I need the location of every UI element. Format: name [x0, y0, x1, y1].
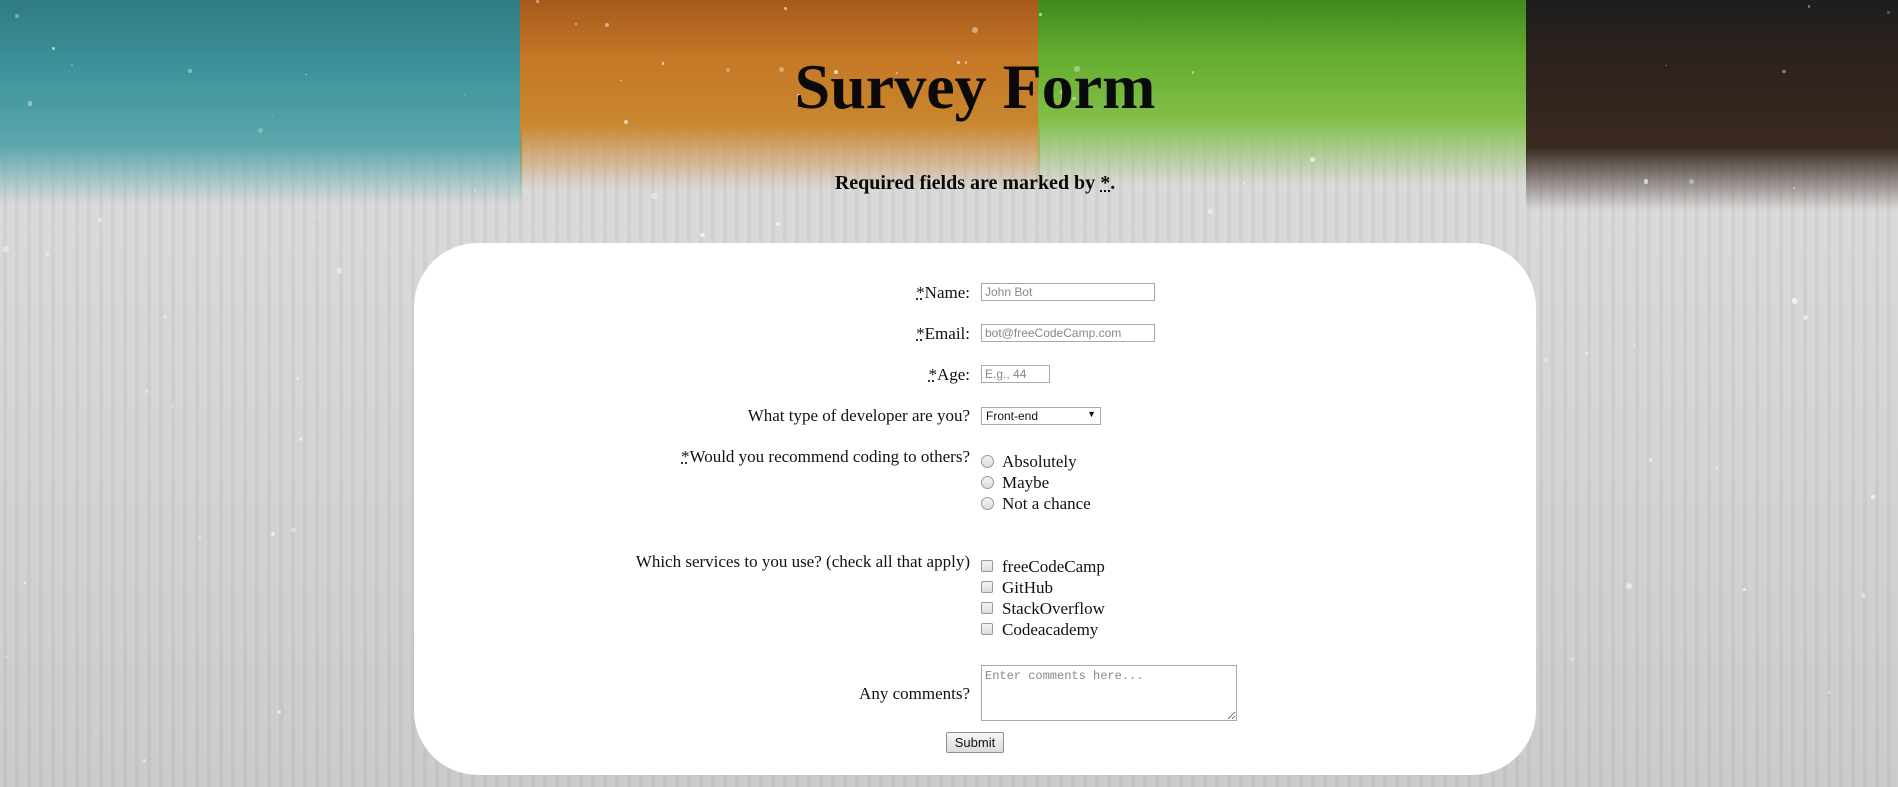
developer-type-selected: Front-end [986, 409, 1039, 423]
paint-speck [1791, 298, 1798, 304]
comments-label: Any comments? [859, 684, 970, 703]
recommend-option-label: Maybe [1002, 473, 1050, 492]
paint-speck [337, 268, 343, 274]
recommend-option-label: Absolutely [1002, 452, 1077, 471]
email-label-text: Email: [924, 324, 970, 343]
radio-button[interactable] [981, 455, 994, 468]
paint-speck [270, 531, 275, 536]
name-label: *Name: [916, 283, 970, 303]
paint-speck [700, 233, 705, 238]
service-option-label: Codeacademy [1002, 620, 1099, 639]
email-label: *Email: [916, 324, 970, 344]
service-option-github[interactable]: GitHub [981, 578, 1105, 599]
recommend-option-not-a-chance[interactable]: Not a chance [981, 494, 1091, 515]
paint-speck [1309, 157, 1315, 162]
paint-speck [142, 758, 146, 762]
paint-speck [1860, 593, 1866, 599]
paint-speck [198, 536, 201, 539]
survey-form-card: *Name: *Email: *Age: What type of develo… [414, 243, 1536, 775]
paint-speck [1648, 458, 1652, 462]
name-required-marker: * [916, 283, 925, 302]
paint-speck [1584, 351, 1588, 355]
paint-speck [24, 582, 26, 584]
paint-speck [1038, 13, 1042, 17]
paint-speck [316, 214, 319, 217]
paint-speck [291, 527, 296, 533]
developer-type-control: Front-end ▼ [981, 407, 1101, 425]
paint-speck [574, 23, 577, 25]
name-label-text: Name: [924, 283, 970, 302]
paint-speck [1715, 467, 1719, 470]
dropdown-arrow-icon: ▼ [1087, 409, 1096, 419]
name-control [981, 283, 1155, 301]
paint-speck [1870, 495, 1875, 500]
developer-type-select[interactable]: Front-end ▼ [981, 407, 1101, 425]
checkbox[interactable] [981, 560, 993, 572]
submit-button[interactable]: Submit [946, 732, 1004, 753]
email-required-marker: * [916, 324, 925, 343]
service-option-label: GitHub [1002, 578, 1053, 597]
email-control [981, 324, 1155, 342]
recommend-option-label: Not a chance [1002, 494, 1091, 513]
required-note-text: Required fields are marked by [834, 172, 1101, 194]
required-note-period: . [1110, 172, 1116, 194]
recommend-options: Absolutely Maybe Not a chance [981, 452, 1091, 515]
comments-control [981, 665, 1237, 726]
paint-speck [1570, 657, 1574, 662]
age-input[interactable] [981, 365, 1050, 383]
checkbox[interactable] [981, 581, 993, 593]
service-option-stackoverflow[interactable]: StackOverflow [981, 599, 1105, 620]
paint-speck [1626, 582, 1632, 589]
recommend-option-maybe[interactable]: Maybe [981, 473, 1091, 494]
paint-speck [291, 551, 293, 553]
developer-type-label: What type of developer are you? [747, 406, 970, 425]
paint-speck [1807, 5, 1810, 8]
paint-speck [1208, 208, 1213, 214]
checkbox[interactable] [981, 623, 993, 635]
recommend-required-marker: * [681, 447, 690, 466]
age-control [981, 365, 1050, 383]
comments-textarea[interactable] [981, 665, 1237, 721]
service-option-label: freeCodeCamp [1002, 557, 1105, 576]
service-option-label: StackOverflow [1002, 599, 1105, 618]
radio-button[interactable] [981, 476, 994, 489]
age-label-text: Age: [936, 365, 970, 384]
paint-speck [1802, 314, 1809, 321]
recommend-label: *Would you recommend coding to others? [681, 447, 970, 467]
age-label: *Age: [928, 365, 970, 385]
checkbox[interactable] [981, 602, 993, 614]
name-input[interactable] [981, 283, 1155, 301]
services-label: Which services to you use? (check all th… [635, 552, 970, 571]
service-option-freecodecamp[interactable]: freeCodeCamp [981, 557, 1105, 578]
page-title: Survey Form [794, 51, 1156, 122]
age-required-marker: * [928, 365, 937, 384]
service-option-codeacademy[interactable]: Codeacademy [981, 620, 1105, 641]
paint-speck [98, 218, 102, 222]
paint-speck [276, 709, 281, 714]
recommend-option-absolutely[interactable]: Absolutely [981, 452, 1091, 473]
recommend-label-text: Would you recommend coding to others? [689, 447, 970, 466]
paint-speck [1887, 11, 1890, 14]
radio-button[interactable] [981, 497, 994, 510]
required-asterisk: * [1100, 172, 1111, 194]
paint-speck [783, 6, 788, 10]
required-fields-note: Required fields are marked by *. [0, 172, 1898, 195]
email-input[interactable] [981, 324, 1155, 342]
services-options: freeCodeCamp GitHub StackOverflow Codeac… [981, 557, 1105, 641]
